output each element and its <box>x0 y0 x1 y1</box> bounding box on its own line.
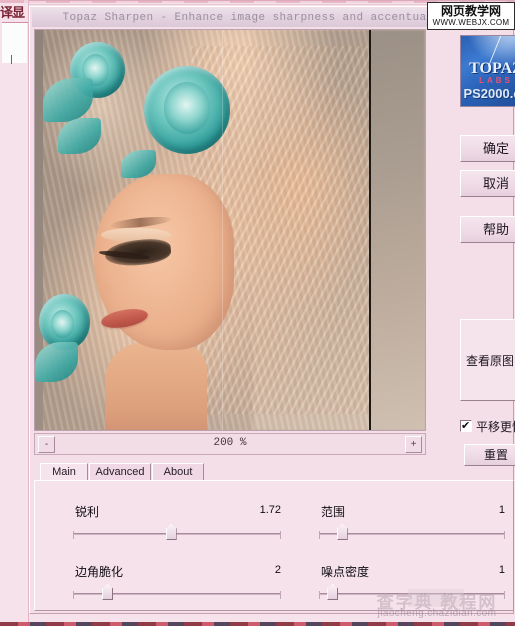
watermark-bottom: 查字典 教程网 jiaocheng.chazidian.com <box>362 588 512 622</box>
window-title: Topaz Sharpen - Enhance image sharpness … <box>62 11 483 24</box>
watermark-top-right-line2: WWW.WEBJX.COM <box>432 17 510 27</box>
control-sharpen-track[interactable] <box>73 531 281 539</box>
control-sharpen-value: 1.72 <box>259 504 281 516</box>
cancel-button[interactable]: 取消 <box>460 170 515 197</box>
host-left-tick <box>11 55 12 64</box>
tab-about[interactable]: About <box>152 463 204 481</box>
tab-strip: Main Advanced About <box>34 463 514 481</box>
zoom-in-button[interactable]: + <box>405 436 422 453</box>
help-button[interactable]: 帮助 <box>460 216 515 243</box>
plugin-window: Topaz Sharpen - Enhance image sharpness … <box>29 6 515 614</box>
control-range-value: 1 <box>498 504 505 516</box>
host-rule-top <box>28 0 515 1</box>
host-left-block <box>2 23 27 63</box>
preview-split-divider <box>369 30 371 430</box>
preview-guide-line <box>222 30 223 430</box>
image-preview[interactable] <box>34 29 426 431</box>
logo-sub-text: LABS <box>479 76 513 85</box>
topaz-labs-logo: TOPAZ LABS PS2000.cn <box>460 35 515 107</box>
watermark-bottom-line2: jiaocheng.chazidian.com <box>377 608 497 619</box>
watermark-top-right: 网页教学网 WWW.WEBJX.COM <box>427 2 515 30</box>
host-bottom-strip <box>0 622 515 626</box>
preview-image <box>35 30 425 430</box>
tab-advanced[interactable]: Advanced <box>89 463 151 481</box>
pan-faster-row[interactable]: 平移更快 <box>460 418 515 434</box>
control-noise-density-label: 噪点密度 <box>321 565 370 579</box>
ok-button[interactable]: 确定 <box>460 135 515 162</box>
logo-overlay-text: PS2000.cn <box>463 86 515 101</box>
view-original-button[interactable]: 查看原图象 <box>460 319 515 401</box>
control-noise-density-thumb[interactable] <box>327 584 339 600</box>
zoom-level-label: 200 % <box>213 437 247 449</box>
control-edge-crispening-label: 边角脆化 <box>75 565 124 579</box>
zoom-bar: - 200 % + <box>34 433 426 455</box>
control-edge-crispening-thumb[interactable] <box>102 584 114 600</box>
control-sharpen-thumb[interactable] <box>165 524 177 540</box>
screenshot-root: 译显 Topaz Sharpen - Enhance image sharpne… <box>0 0 515 626</box>
control-range-thumb[interactable] <box>336 524 348 540</box>
control-sharpen-label: 锐利 <box>75 505 100 519</box>
tab-main[interactable]: Main <box>40 463 88 481</box>
control-noise-density-value: 1 <box>498 564 505 576</box>
host-left-text-fragment: 译显 <box>0 5 25 20</box>
watermark-top-right-line1: 网页教学网 <box>440 3 501 18</box>
control-range-label: 范围 <box>321 505 346 519</box>
control-edge-crispening-value: 2 <box>274 564 281 576</box>
pan-faster-checkbox[interactable] <box>460 419 472 432</box>
pan-faster-label: 平移更快 <box>476 419 515 434</box>
